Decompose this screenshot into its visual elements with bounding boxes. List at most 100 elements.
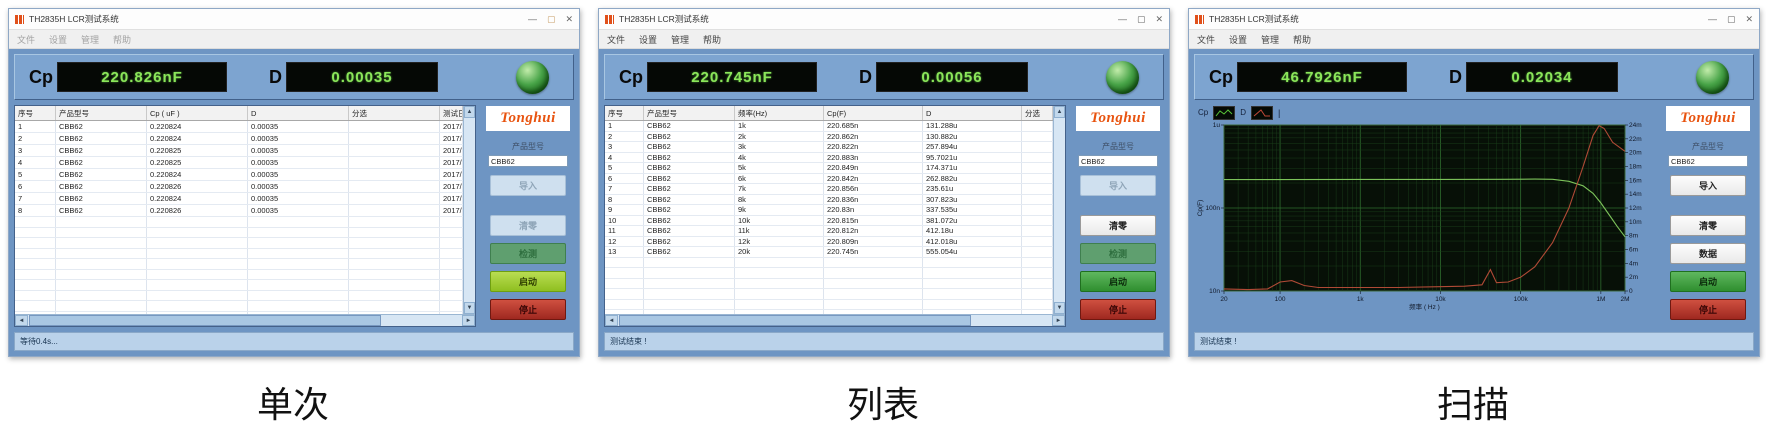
table-cell: CBB62 bbox=[643, 246, 735, 258]
table-row[interactable]: 1 CBB62 1k 220.685n 131.288u bbox=[605, 120, 1053, 132]
table-cell bbox=[1021, 204, 1053, 216]
menu-file[interactable]: 文件 bbox=[607, 33, 625, 46]
start-button[interactable]: 启动 bbox=[490, 271, 566, 292]
start-button[interactable]: 启动 bbox=[1080, 271, 1156, 292]
import-button[interactable]: 导入 bbox=[490, 175, 566, 196]
table-row[interactable]: 5 CBB62 5k 220.849n 174.371u bbox=[605, 162, 1053, 174]
table-row[interactable]: 7 CBB62 7k 220.856n 235.61u bbox=[605, 183, 1053, 195]
maximize-icon[interactable]: ▢ bbox=[547, 14, 556, 24]
product-model-input[interactable] bbox=[488, 155, 568, 167]
product-model-input[interactable] bbox=[1078, 155, 1158, 167]
table-row[interactable]: 13 CBB62 20k 220.745n 555.054u bbox=[605, 246, 1053, 258]
menu-manage[interactable]: 管理 bbox=[81, 33, 99, 46]
scroll-right-icon[interactable]: ► bbox=[1052, 315, 1065, 326]
scroll-up-icon[interactable]: ▲ bbox=[1054, 106, 1065, 118]
table-cell bbox=[1021, 183, 1053, 195]
import-button[interactable]: 导入 bbox=[1670, 175, 1746, 196]
clear-zero-button[interactable]: 清零 bbox=[1080, 215, 1156, 236]
table-cell: 555.054u bbox=[922, 246, 1022, 258]
vertical-scrollbar[interactable]: ▲ ▼ bbox=[463, 106, 475, 314]
close-icon[interactable]: ✕ bbox=[1155, 14, 1163, 24]
maximize-icon[interactable]: ▢ bbox=[1727, 14, 1736, 24]
minimize-icon[interactable]: — bbox=[528, 14, 537, 24]
vertical-scrollbar[interactable]: ▲ ▼ bbox=[1053, 106, 1065, 314]
menu-file[interactable]: 文件 bbox=[17, 33, 35, 46]
table-row[interactable]: 4 CBB62 4k 220.883n 95.7021u bbox=[605, 152, 1053, 163]
minimize-icon[interactable]: — bbox=[1708, 14, 1717, 24]
scrollbar-thumb[interactable] bbox=[29, 315, 381, 326]
table-row[interactable]: 1CBB620.2208240.00035 2017/6/7/周三 8:52 bbox=[15, 120, 463, 133]
close-icon[interactable]: ✕ bbox=[1745, 14, 1753, 24]
menu-settings[interactable]: 设置 bbox=[49, 33, 67, 46]
table-cell bbox=[15, 279, 56, 291]
table-row[interactable]: 10 CBB62 10k 220.815n 381.072u bbox=[605, 215, 1053, 226]
data-button[interactable]: 数据 bbox=[1670, 243, 1746, 264]
table-cell bbox=[15, 216, 56, 228]
table-cell bbox=[55, 258, 147, 270]
scroll-down-icon[interactable]: ▼ bbox=[464, 302, 475, 314]
table-cell bbox=[439, 258, 463, 270]
table-cell bbox=[55, 290, 147, 301]
import-button[interactable]: 导入 bbox=[1080, 175, 1156, 196]
table-cell: 257.894u bbox=[922, 141, 1022, 153]
table-row[interactable]: 4CBB620.2208250.00035 2017/6/7/周三 8:52 bbox=[15, 156, 463, 169]
empty-row bbox=[15, 237, 463, 249]
horizontal-scrollbar[interactable]: ◄ ► bbox=[605, 314, 1065, 326]
table-row[interactable]: 3 CBB62 3k 220.822n 257.894u bbox=[605, 141, 1053, 153]
menu-help[interactable]: 帮助 bbox=[113, 33, 131, 46]
product-model-input[interactable] bbox=[1668, 155, 1748, 167]
menu-manage[interactable]: 管理 bbox=[671, 33, 689, 46]
table-cell bbox=[605, 288, 644, 300]
scrollbar-thumb[interactable] bbox=[619, 315, 971, 326]
table-row[interactable]: 8CBB620.2208260.00035 2017/6/7/周三 8:52 bbox=[15, 204, 463, 217]
scroll-right-icon[interactable]: ► bbox=[462, 315, 475, 326]
titlebar[interactable]: TH2835H LCR测试系统 — ▢ ✕ bbox=[9, 9, 579, 30]
start-button[interactable]: 启动 bbox=[1670, 271, 1746, 292]
table-row[interactable]: 2 CBB62 2k 220.862n 130.882u bbox=[605, 131, 1053, 142]
scroll-up-icon[interactable]: ▲ bbox=[464, 106, 475, 118]
menu-help[interactable]: 帮助 bbox=[703, 33, 721, 46]
clear-zero-button[interactable]: 清零 bbox=[490, 215, 566, 236]
table-row[interactable]: 3CBB620.2208250.00035 2017/6/7/周三 8:52 bbox=[15, 144, 463, 157]
table-row[interactable]: 7CBB620.2208240.00035 2017/6/7/周三 8:52 bbox=[15, 192, 463, 205]
table-row[interactable]: 6CBB620.2208260.00035 2017/6/7/周三 8:53 bbox=[15, 180, 463, 193]
svg-text:100k: 100k bbox=[1514, 296, 1529, 303]
table-row[interactable]: 8 CBB62 8k 220.836n 307.823u bbox=[605, 194, 1053, 205]
d-curve-icon[interactable] bbox=[1251, 105, 1274, 120]
empty-row bbox=[15, 248, 463, 259]
menu-manage[interactable]: 管理 bbox=[1261, 33, 1279, 46]
menu-help[interactable]: 帮助 bbox=[1293, 33, 1311, 46]
table-cell bbox=[734, 267, 824, 279]
titlebar[interactable]: TH2835H LCR测试系统 — ▢ ✕ bbox=[1189, 9, 1759, 30]
table-row[interactable]: 5CBB620.2208240.00035 2017/6/7/周三 8:52 bbox=[15, 168, 463, 181]
horizontal-scrollbar[interactable]: ◄ ► bbox=[15, 314, 475, 326]
menu-settings[interactable]: 设置 bbox=[1229, 33, 1247, 46]
test-button[interactable]: 检测 bbox=[1080, 243, 1156, 264]
stop-button[interactable]: 停止 bbox=[490, 299, 566, 320]
maximize-icon[interactable]: ▢ bbox=[1137, 14, 1146, 24]
table-cell: CBB62 bbox=[643, 225, 735, 237]
menu-settings[interactable]: 设置 bbox=[639, 33, 657, 46]
table-cell: CBB62 bbox=[643, 131, 735, 142]
scroll-left-icon[interactable]: ◄ bbox=[15, 315, 28, 326]
table-row[interactable]: 11 CBB62 11k 220.812n 412.18u bbox=[605, 225, 1053, 237]
legend-d-label[interactable]: D bbox=[1240, 108, 1246, 117]
minimize-icon[interactable]: — bbox=[1118, 14, 1127, 24]
scroll-left-icon[interactable]: ◄ bbox=[605, 315, 618, 326]
app-icon bbox=[15, 14, 24, 24]
table-row[interactable]: 12 CBB62 12k 220.809n 412.018u bbox=[605, 236, 1053, 247]
scroll-down-icon[interactable]: ▼ bbox=[1054, 302, 1065, 314]
close-icon[interactable]: ✕ bbox=[565, 14, 573, 24]
titlebar[interactable]: TH2835H LCR测试系统 — ▢ ✕ bbox=[599, 9, 1169, 30]
stop-button[interactable]: 停止 bbox=[1080, 299, 1156, 320]
clear-zero-button[interactable]: 清零 bbox=[1670, 215, 1746, 236]
table-row[interactable]: 9 CBB62 9k 220.83n 337.535u bbox=[605, 204, 1053, 216]
table-row[interactable]: 6 CBB62 6k 220.842n 262.882u bbox=[605, 173, 1053, 184]
cp-curve-icon[interactable] bbox=[1213, 105, 1236, 120]
indicator-light bbox=[516, 60, 549, 94]
table-row[interactable]: 2CBB620.2208240.00035 2017/6/7/周三 8:52 bbox=[15, 132, 463, 145]
test-button[interactable]: 检测 bbox=[490, 243, 566, 264]
stop-button[interactable]: 停止 bbox=[1670, 299, 1746, 320]
legend-cp-label[interactable]: Cp bbox=[1198, 108, 1208, 117]
menu-file[interactable]: 文件 bbox=[1197, 33, 1215, 46]
